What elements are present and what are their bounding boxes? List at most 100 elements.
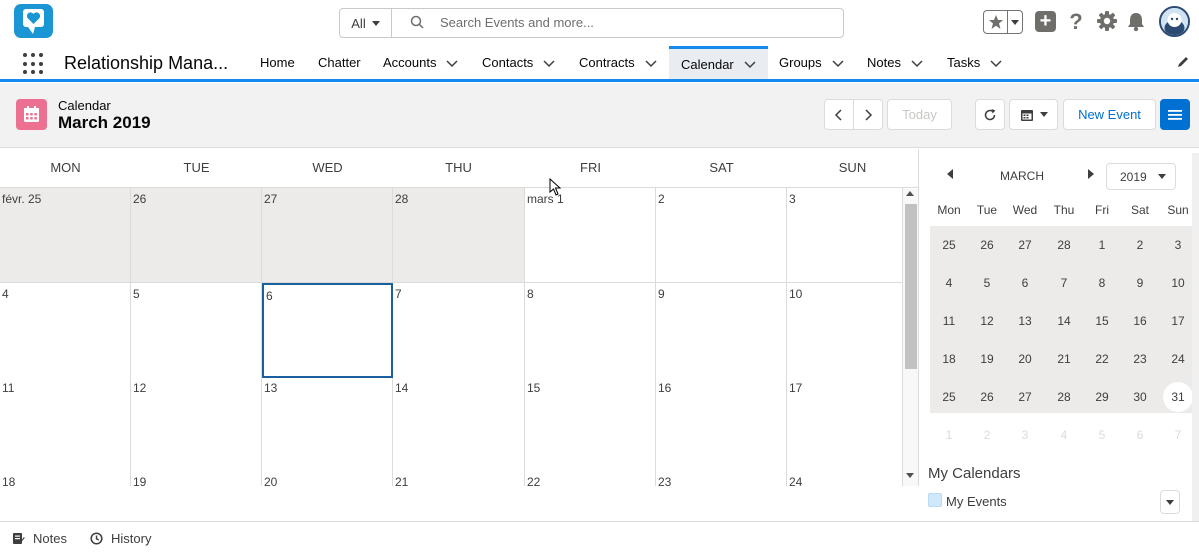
day-cell[interactable]: 15 bbox=[525, 377, 656, 472]
day-number[interactable]: 12 bbox=[133, 381, 146, 395]
day-cell[interactable]: 28 bbox=[393, 188, 525, 283]
day-number[interactable]: 7 bbox=[395, 287, 402, 301]
day-cell[interactable]: 27 bbox=[262, 188, 393, 283]
day-number[interactable]: 3 bbox=[789, 192, 796, 206]
app-launcher-icon[interactable] bbox=[23, 53, 45, 75]
mini-day[interactable]: 2 bbox=[1121, 227, 1159, 263]
mini-day[interactable]: 6 bbox=[1006, 265, 1044, 301]
day-cell[interactable]: 21 bbox=[393, 471, 525, 486]
calendar-list-button[interactable] bbox=[1160, 99, 1190, 130]
day-cell[interactable]: 22 bbox=[525, 471, 656, 486]
day-number[interactable]: 18 bbox=[2, 475, 15, 486]
day-cell[interactable]: févr. 25 bbox=[0, 188, 131, 283]
side-panel-scrollbar[interactable] bbox=[1192, 153, 1199, 521]
mini-day[interactable]: 5 bbox=[1083, 417, 1121, 453]
day-cell[interactable]: mars 1 bbox=[525, 188, 656, 283]
gear-icon[interactable] bbox=[1096, 10, 1118, 35]
nav-item-accounts[interactable]: Accounts bbox=[383, 46, 459, 79]
edit-nav-pencil-icon[interactable] bbox=[1176, 55, 1190, 72]
notifications-bell-icon[interactable] bbox=[1126, 11, 1146, 35]
mini-day[interactable]: 28 bbox=[1045, 227, 1083, 263]
nav-item-home[interactable]: Home bbox=[260, 46, 295, 79]
mini-day[interactable]: 5 bbox=[968, 265, 1006, 301]
day-number[interactable]: 5 bbox=[133, 287, 140, 301]
day-number[interactable]: 20 bbox=[264, 475, 277, 486]
mini-day[interactable]: 1 bbox=[930, 417, 968, 453]
global-actions-plus-icon[interactable]: + bbox=[1035, 11, 1056, 32]
day-number[interactable]: 10 bbox=[789, 287, 802, 301]
my-events-label[interactable]: My Events bbox=[946, 494, 1007, 509]
day-number[interactable]: 4 bbox=[2, 287, 9, 301]
nav-item-chatter[interactable]: Chatter bbox=[318, 46, 361, 79]
day-number[interactable]: 15 bbox=[527, 381, 540, 395]
day-number[interactable]: 26 bbox=[133, 192, 146, 206]
mini-day[interactable]: 14 bbox=[1045, 303, 1083, 339]
chevron-down-icon[interactable] bbox=[445, 56, 459, 70]
refresh-button[interactable] bbox=[975, 99, 1005, 130]
mini-day[interactable]: 6 bbox=[1121, 417, 1159, 453]
year-select[interactable]: 2019 bbox=[1106, 163, 1176, 190]
day-cell[interactable]: 8 bbox=[525, 283, 656, 378]
day-cell-selected[interactable]: 6 bbox=[262, 283, 393, 378]
day-number[interactable]: 6 bbox=[266, 289, 273, 303]
star-icon[interactable] bbox=[984, 11, 1008, 33]
nav-item-calendar[interactable]: Calendar bbox=[669, 46, 768, 79]
day-cell[interactable]: 14 bbox=[393, 377, 525, 472]
favorites-button[interactable] bbox=[983, 10, 1023, 34]
day-number[interactable]: 28 bbox=[395, 192, 408, 206]
help-icon[interactable]: ? bbox=[1066, 9, 1086, 35]
mini-day[interactable]: 29 bbox=[1083, 379, 1121, 415]
day-number[interactable]: 27 bbox=[264, 192, 277, 206]
mini-day[interactable]: 1 bbox=[1083, 227, 1121, 263]
mini-day[interactable]: 2 bbox=[968, 417, 1006, 453]
utility-history-button[interactable]: History bbox=[90, 531, 151, 546]
mini-day[interactable]: 27 bbox=[1006, 379, 1044, 415]
chevron-down-icon[interactable] bbox=[644, 56, 658, 70]
day-cell[interactable]: 16 bbox=[656, 377, 787, 472]
day-cell[interactable]: 11 bbox=[0, 377, 131, 472]
day-cell[interactable]: 24 bbox=[787, 471, 903, 486]
mini-day[interactable]: 25 bbox=[930, 227, 968, 263]
mini-day[interactable]: 23 bbox=[1121, 341, 1159, 377]
nav-item-contracts[interactable]: Contracts bbox=[579, 46, 658, 79]
day-cell[interactable]: 19 bbox=[131, 471, 262, 486]
day-cell[interactable]: 13 bbox=[262, 377, 393, 472]
day-cell[interactable]: 2 bbox=[656, 188, 787, 283]
chevron-down-icon[interactable] bbox=[831, 56, 845, 70]
day-number[interactable]: 13 bbox=[264, 381, 277, 395]
mini-day[interactable]: 9 bbox=[1121, 265, 1159, 301]
day-cell[interactable]: 17 bbox=[787, 377, 903, 472]
mini-day[interactable]: 4 bbox=[1045, 417, 1083, 453]
mini-day[interactable]: 8 bbox=[1083, 265, 1121, 301]
mini-day[interactable]: 11 bbox=[930, 303, 968, 339]
mini-day[interactable]: 12 bbox=[968, 303, 1006, 339]
chevron-down-icon[interactable] bbox=[743, 57, 757, 71]
day-cell[interactable]: 4 bbox=[0, 283, 131, 378]
day-number[interactable]: 17 bbox=[789, 381, 802, 395]
mini-next-month-icon[interactable] bbox=[1088, 169, 1094, 179]
day-number[interactable]: 19 bbox=[133, 475, 146, 486]
mini-day[interactable]: 30 bbox=[1121, 379, 1159, 415]
mini-day[interactable]: 25 bbox=[930, 379, 968, 415]
day-cell[interactable]: 26 bbox=[131, 188, 262, 283]
day-cell[interactable]: 12 bbox=[131, 377, 262, 472]
day-cell[interactable]: 18 bbox=[0, 471, 131, 486]
mini-day[interactable]: 18 bbox=[930, 341, 968, 377]
day-number[interactable]: 8 bbox=[527, 287, 534, 301]
day-number[interactable]: 2 bbox=[658, 192, 665, 206]
mini-day[interactable]: 3 bbox=[1006, 417, 1044, 453]
mini-day-today[interactable]: 31 bbox=[1163, 382, 1193, 412]
day-cell[interactable]: 23 bbox=[656, 471, 787, 486]
calendar-scrollbar-thumb[interactable] bbox=[905, 204, 917, 369]
day-cell[interactable]: 20 bbox=[262, 471, 393, 486]
nav-item-groups[interactable]: Groups bbox=[779, 46, 845, 79]
nav-item-contacts[interactable]: Contacts bbox=[482, 46, 556, 79]
calendar-view-dropdown[interactable] bbox=[1009, 99, 1058, 130]
mini-day[interactable]: 27 bbox=[1006, 227, 1044, 263]
today-button[interactable]: Today bbox=[887, 99, 952, 130]
search-scope-dropdown[interactable]: All bbox=[340, 9, 392, 37]
previous-month-button[interactable] bbox=[824, 99, 854, 130]
mini-day[interactable]: 13 bbox=[1006, 303, 1044, 339]
favorites-menu-icon[interactable] bbox=[1008, 11, 1022, 33]
search-input[interactable]: Search Events and more... bbox=[440, 15, 594, 30]
